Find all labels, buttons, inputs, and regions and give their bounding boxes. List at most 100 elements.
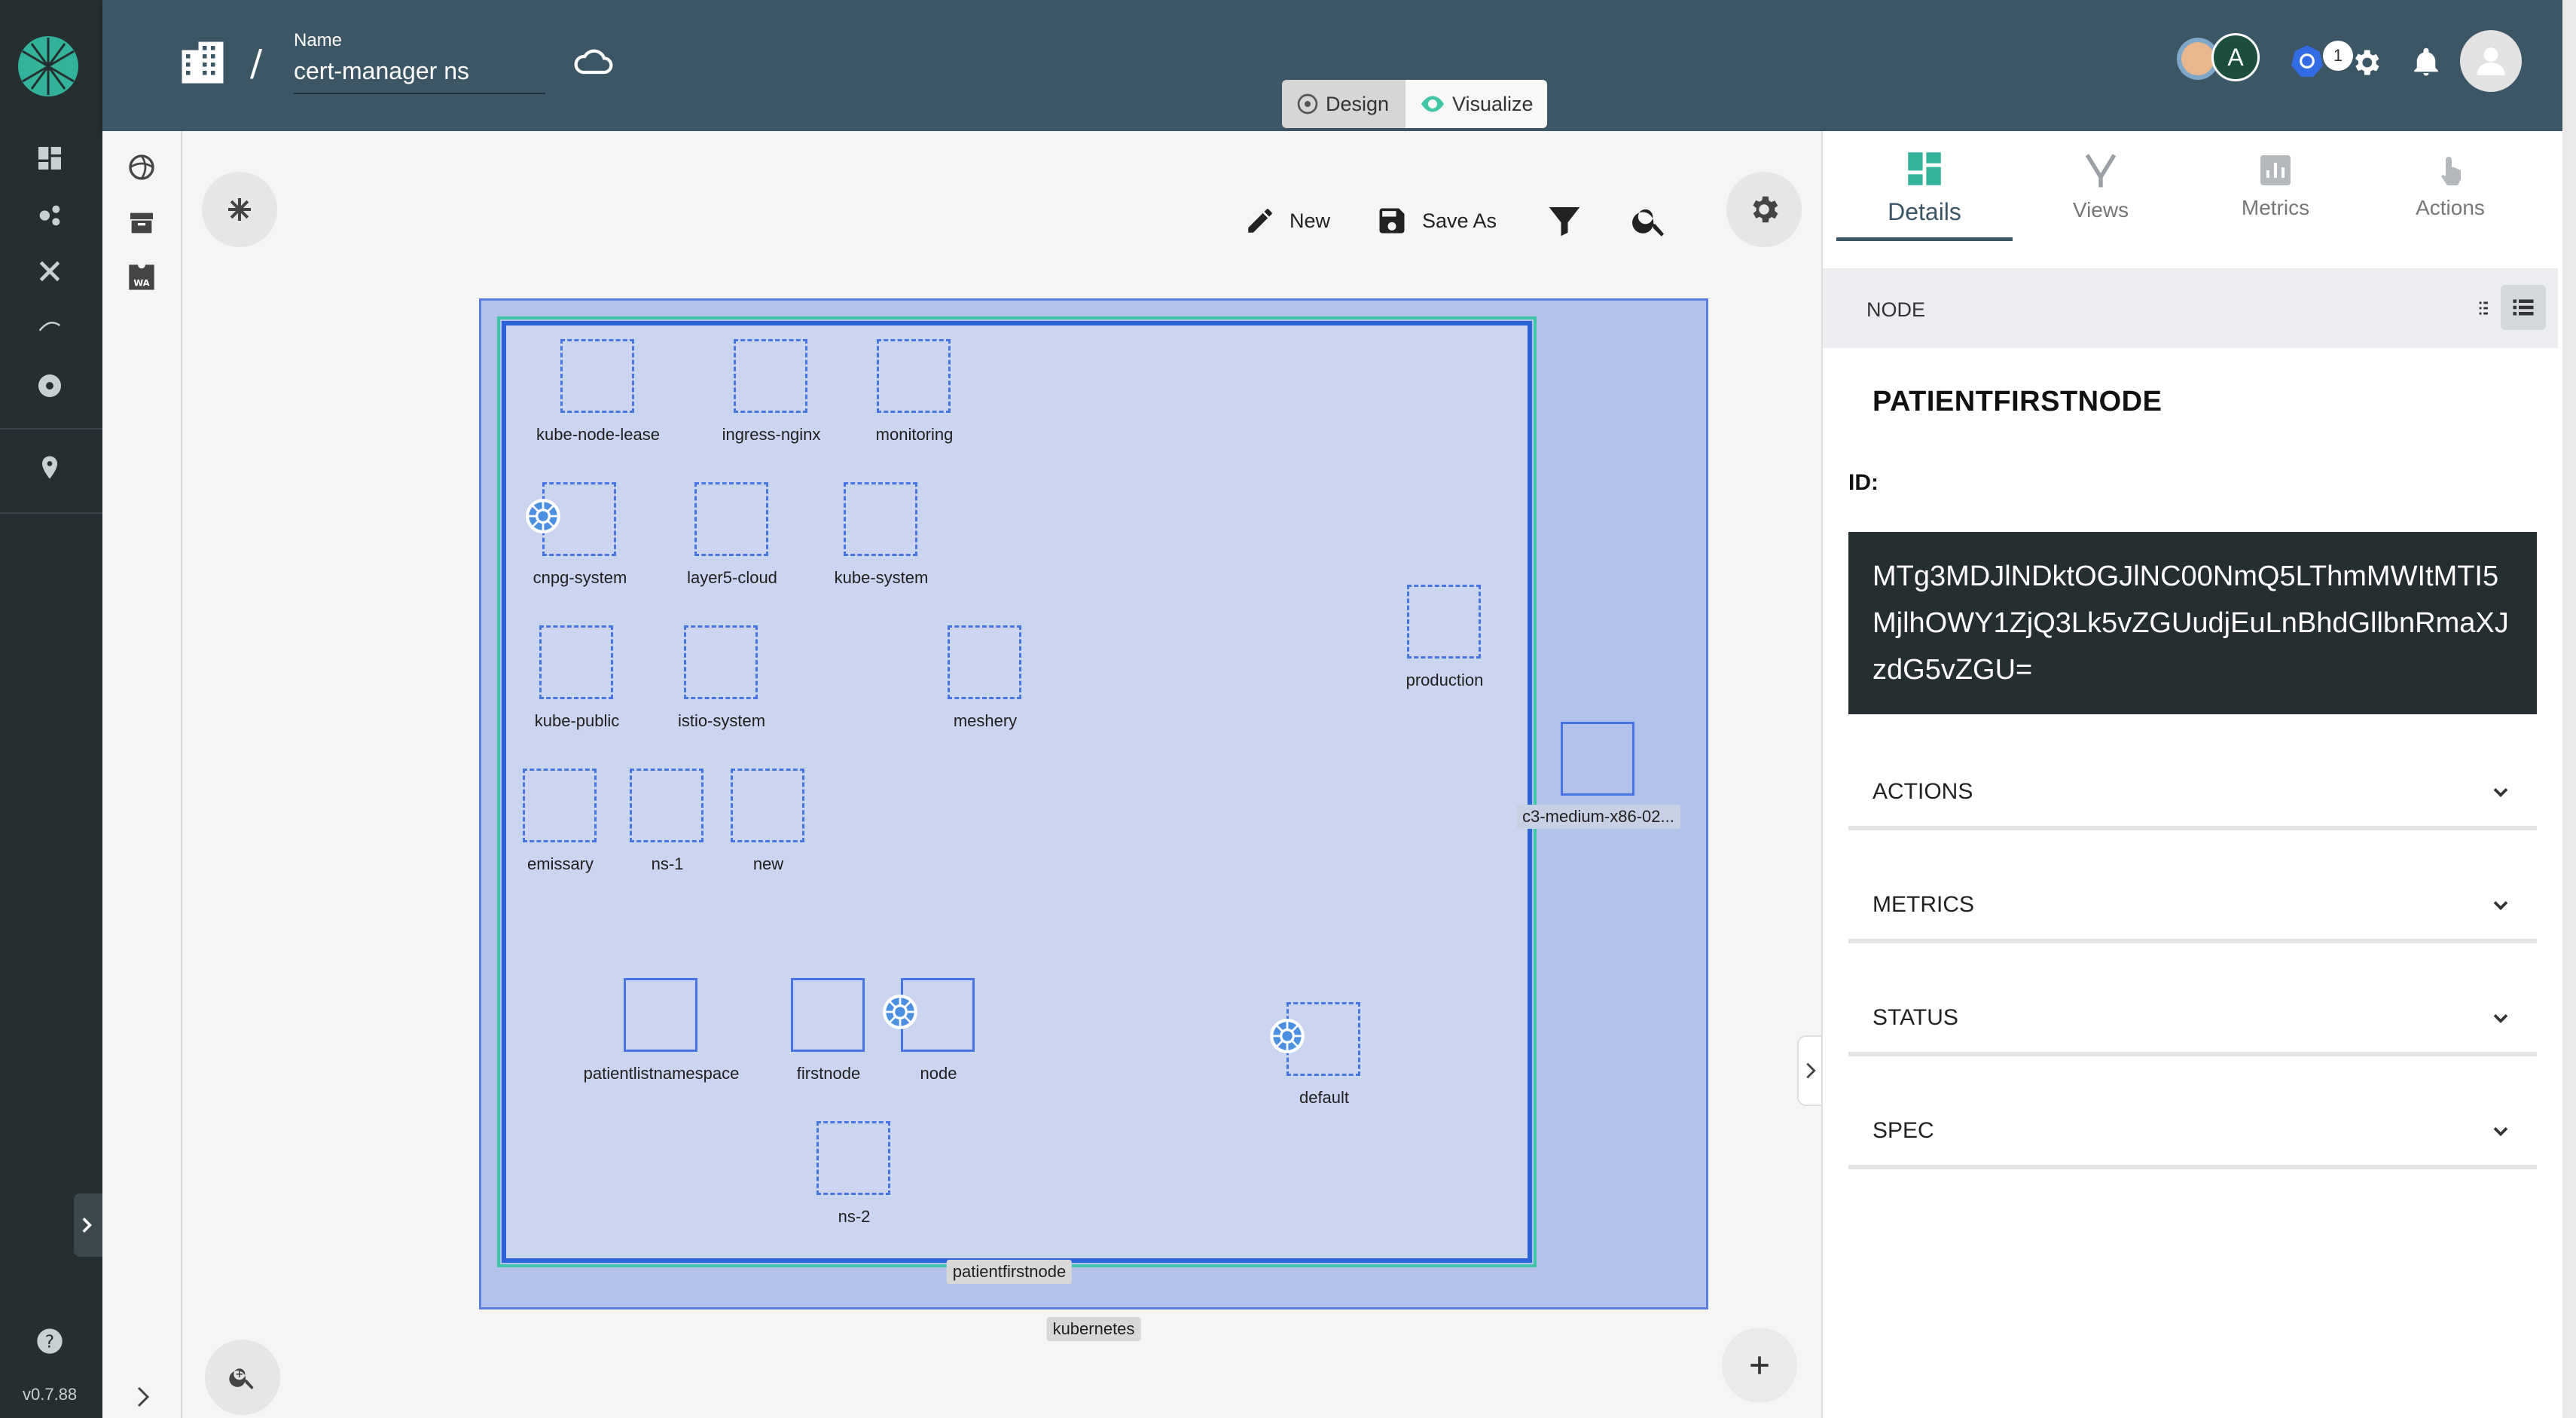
mode-toggle: Design Visualize	[1282, 80, 1547, 128]
save-as-button[interactable]: Save As	[1375, 194, 1497, 247]
plus-icon	[1750, 1356, 1769, 1374]
filter-icon	[1549, 207, 1580, 237]
design-name-label: Name	[294, 30, 343, 50]
svg-text:WA: WA	[133, 278, 149, 289]
namespace-box[interactable]	[630, 769, 704, 842]
compact-list-icon[interactable]	[2475, 295, 2501, 321]
user-profile-icon[interactable]	[2460, 30, 2522, 92]
layout-options-button[interactable]	[202, 172, 277, 247]
app-version: v0.7.88	[23, 1385, 78, 1404]
namespace-box[interactable]	[694, 482, 768, 556]
accordion-spec[interactable]: SPEC	[1848, 1086, 2537, 1169]
namespace-box[interactable]	[624, 978, 697, 1052]
notifications-bell-icon[interactable]	[2400, 36, 2452, 89]
breadcrumb-separator: /	[250, 42, 263, 84]
zoom-in-icon	[229, 1368, 254, 1389]
settings-gear-icon[interactable]	[2339, 36, 2392, 89]
namespace-label: node	[920, 1064, 957, 1083]
cloud-sync-icon[interactable]	[572, 44, 615, 80]
design-mode-button[interactable]: Design	[1282, 80, 1406, 128]
tab-views-label: Views	[2072, 198, 2129, 222]
canvas-settings-button[interactable]	[1726, 172, 1802, 247]
namespace-box[interactable]	[523, 769, 597, 842]
filter-button[interactable]	[1544, 194, 1585, 247]
tab-metrics[interactable]: Metrics	[2187, 131, 2364, 241]
performance-icon[interactable]	[33, 309, 66, 342]
namespace-label: ingress-nginx	[722, 425, 821, 444]
collapse-chevron-icon[interactable]	[130, 1383, 157, 1410]
helm-icon	[883, 995, 917, 1029]
visualize-mode-label: Visualize	[1452, 92, 1534, 115]
namespace-box[interactable]	[539, 625, 613, 699]
svg-text:?: ?	[45, 1331, 54, 1352]
dashboard-icon[interactable]	[33, 142, 66, 175]
namespace-box[interactable]	[844, 482, 917, 556]
configuration-tools-icon[interactable]	[33, 255, 66, 288]
namespace-box[interactable]	[731, 769, 804, 842]
namespace-label: cnpg-system	[533, 568, 627, 587]
sidebar-expand-button[interactable]	[74, 1193, 102, 1257]
chevron-right-icon	[82, 1218, 92, 1233]
chevron-down-icon	[2493, 901, 2508, 910]
accordion-actions[interactable]: ACTIONS	[1848, 747, 2537, 830]
node-section-bar: NODE	[1823, 268, 2558, 348]
user-avatar-letter[interactable]: A	[2211, 33, 2260, 81]
namespace-box[interactable]	[1407, 585, 1481, 659]
webassembly-icon[interactable]: WA	[122, 258, 161, 297]
extensions-icon[interactable]	[33, 369, 66, 402]
visualize-mode-button[interactable]: Visualize	[1406, 80, 1547, 128]
location-pin-icon[interactable]	[33, 452, 66, 485]
panel-collapse-button[interactable]	[1797, 1035, 1824, 1106]
panel-tabs: Details Views Metrics Actions	[1823, 131, 2564, 241]
design-sidebar: WA	[102, 131, 182, 1418]
meshery-designs-icon[interactable]	[122, 148, 161, 187]
accordion-spec-title: SPEC	[1872, 1118, 1934, 1143]
namespace-label: kube-node-lease	[536, 425, 660, 444]
helm-icon	[1270, 1019, 1305, 1053]
help-icon[interactable]: ?	[33, 1325, 66, 1358]
eye-icon	[1421, 96, 1444, 112]
save-as-label: Save As	[1422, 209, 1497, 232]
expanded-list-button[interactable]	[2501, 285, 2546, 330]
helm-icon	[526, 499, 560, 533]
chevron-right-icon	[1806, 1062, 1816, 1079]
namespace-box[interactable]	[816, 1121, 890, 1195]
namespace-label: istio-system	[677, 711, 766, 730]
tab-metrics-label: Metrics	[2241, 196, 2310, 219]
namespace-box[interactable]	[948, 625, 1021, 699]
namespace-box[interactable]	[734, 339, 807, 413]
cluster-label: kubernetes	[1046, 1317, 1141, 1341]
meshery-logo-icon[interactable]	[17, 35, 80, 98]
accordion-status[interactable]: STATUS	[1848, 973, 2537, 1056]
namespace-label: ns-1	[651, 854, 684, 873]
organization-icon[interactable]	[178, 38, 227, 87]
search-button[interactable]	[1630, 194, 1669, 247]
design-name-input[interactable]: cert-manager ns	[294, 57, 545, 94]
lifecycle-gears-icon[interactable]	[33, 199, 66, 232]
external-node-box[interactable]	[1561, 722, 1634, 796]
namespace-label: layer5-cloud	[687, 568, 777, 587]
accordion-metrics[interactable]: METRICS	[1848, 860, 2537, 943]
namespace-box[interactable]	[877, 339, 951, 413]
zoom-button[interactable]	[205, 1340, 280, 1415]
namespace-box[interactable]	[684, 625, 758, 699]
tab-views[interactable]: Views	[2013, 131, 2189, 241]
topology-canvas[interactable]: New Save As kube-node-lease ingress-ngin…	[182, 131, 1821, 1418]
namespace-box[interactable]	[560, 339, 634, 413]
chevron-down-icon	[2493, 1127, 2508, 1136]
catalog-archive-icon[interactable]	[122, 203, 161, 243]
list-icon	[2513, 299, 2534, 316]
namespace-label: patientlistnamespace	[583, 1064, 740, 1083]
namespace-box[interactable]	[791, 978, 865, 1052]
tab-details[interactable]: Details	[1836, 131, 2013, 241]
external-node-label: c3-medium-x86-02...	[1516, 805, 1680, 829]
window-scrollbar[interactable]	[2562, 0, 2576, 1418]
id-value: MTg3MDJlNDktOGJlNC00NmQ5LThmMWItMTI5Mjlh…	[1848, 532, 2537, 714]
new-button[interactable]: New	[1244, 194, 1330, 247]
tab-actions[interactable]: Actions	[2362, 131, 2538, 241]
views-icon	[2085, 154, 2117, 188]
namespace-label: ns-2	[838, 1207, 871, 1226]
design-icon	[1297, 93, 1318, 115]
add-component-button[interactable]	[1722, 1328, 1797, 1403]
namespace-label: default	[1299, 1088, 1350, 1107]
